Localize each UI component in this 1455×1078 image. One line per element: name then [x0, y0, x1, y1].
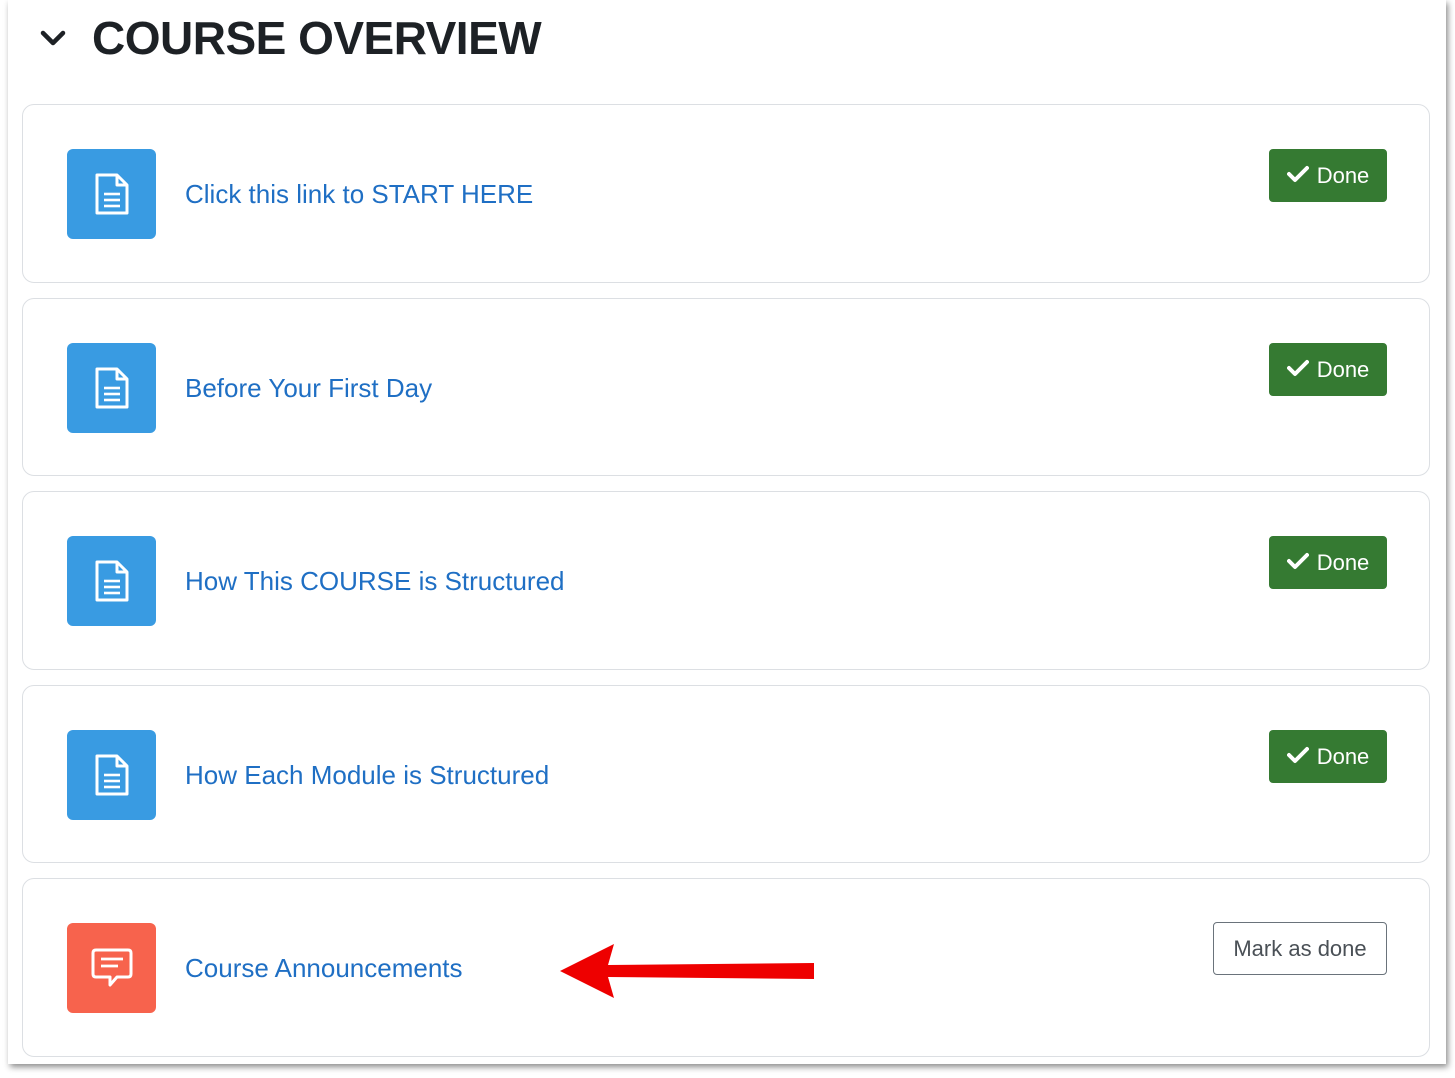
activity-card: How Each Module is Structured Done: [22, 685, 1430, 863]
activity-card: How This COURSE is Structured Done: [22, 491, 1430, 670]
forum-chat-icon[interactable]: [67, 923, 156, 1013]
chevron-down-icon[interactable]: [38, 23, 68, 53]
checkmark-icon: [1286, 357, 1309, 383]
done-button[interactable]: Done: [1269, 536, 1387, 589]
activity-link[interactable]: Before Your First Day: [185, 372, 432, 404]
section-header: COURSE OVERVIEW: [38, 12, 542, 64]
document-icon[interactable]: [67, 149, 156, 239]
done-label: Done: [1316, 356, 1370, 382]
checkmark-icon: [1286, 550, 1309, 576]
checkmark-icon: [1286, 744, 1309, 770]
activity-link[interactable]: How This COURSE is Structured: [185, 565, 565, 597]
red-arrow-icon: [556, 940, 818, 1007]
course-section-panel: COURSE OVERVIEW Click this link to START…: [8, 0, 1446, 1064]
activity-link[interactable]: How Each Module is Structured: [185, 759, 549, 791]
done-label: Done: [1316, 162, 1370, 188]
activity-card: Before Your First Day Done: [22, 298, 1430, 476]
document-icon[interactable]: [67, 536, 156, 626]
section-title: COURSE OVERVIEW: [92, 12, 542, 64]
done-button[interactable]: Done: [1269, 730, 1387, 783]
done-button[interactable]: Done: [1269, 343, 1387, 396]
activity-card: Click this link to START HERE Done: [22, 104, 1430, 283]
activity-link[interactable]: Course Announcements: [185, 952, 463, 984]
document-icon[interactable]: [67, 343, 156, 433]
mark-as-done-button[interactable]: Mark as done: [1213, 922, 1387, 975]
activity-link[interactable]: Click this link to START HERE: [185, 178, 533, 210]
done-label: Done: [1316, 743, 1370, 769]
document-icon[interactable]: [67, 730, 156, 820]
done-label: Done: [1316, 549, 1370, 575]
done-button[interactable]: Done: [1269, 149, 1387, 202]
checkmark-icon: [1286, 163, 1309, 189]
